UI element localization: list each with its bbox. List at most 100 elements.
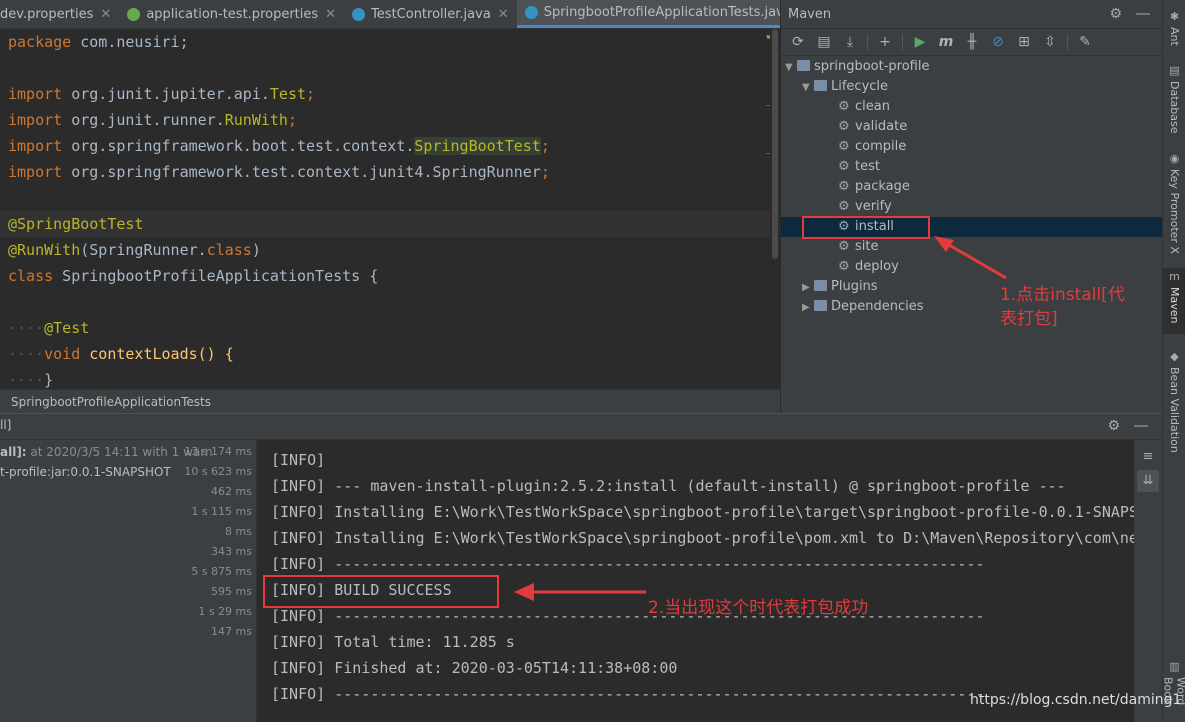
annotation-note-2: 2.当出现这个时代表打包成功 <box>648 598 869 618</box>
database-icon: ▤ <box>1169 64 1180 77</box>
scrollbar-thumb[interactable] <box>772 29 778 259</box>
gear-icon: ⚙ <box>838 179 850 194</box>
soft-wrap-icon[interactable]: ≡ <box>1137 446 1159 468</box>
stripe-tab-word-book[interactable]: ▥ Word Book <box>1162 658 1185 722</box>
java-class-icon <box>352 7 366 21</box>
console-toolbar: ≡ ⇊ <box>1134 440 1162 722</box>
tab-label: SpringbootProfileApplicationTests.java <box>543 5 792 20</box>
highlight-box-install <box>802 216 930 239</box>
tree-lifecycle[interactable]: ▼ Lifecycle <box>781 77 1162 97</box>
tab-label: application-test.properties <box>146 6 319 22</box>
tab-label: TestController.java <box>371 6 491 22</box>
maven-header: Maven ⚙ ― <box>781 0 1162 29</box>
code-line: ····void contextLoads() { <box>8 345 234 363</box>
gear-icon: ⚙ <box>838 139 850 154</box>
reload-icon[interactable]: ⟳ <box>789 34 807 50</box>
console-line: [INFO] ---------------------------------… <box>271 555 985 573</box>
stripe-tab-bean-validation[interactable]: ◆ Bean Validation <box>1163 348 1185 456</box>
toolbar-separator <box>1067 34 1068 50</box>
code-line: @RunWith(SpringRunner.class) <box>8 241 261 259</box>
maven-project-icon <box>797 60 810 71</box>
gear-icon: ⚙ <box>838 199 850 214</box>
maven-title: Maven <box>788 6 832 22</box>
watermark: https://blog.csdn.net/daming1 <box>970 692 1182 708</box>
ant-icon: ✱ <box>1169 10 1180 23</box>
run-tree: all]: at 2020/3/5 14:11 with 1 warn 13 s … <box>0 440 257 722</box>
run-tree-row[interactable]: 462 ms <box>0 482 257 502</box>
lifecycle-validate[interactable]: ⚙ validate <box>781 117 1162 137</box>
code-line: ····@Test <box>8 319 90 337</box>
expand-arrow-icon[interactable]: ▼ <box>785 58 797 78</box>
annotation-note-1: 1.点击install[代 表打包] <box>1000 285 1125 329</box>
annotation-arrow-2 <box>514 583 646 601</box>
skip-tests-icon[interactable]: ⊘ <box>989 34 1007 50</box>
lifecycle-compile[interactable]: ⚙ compile <box>781 137 1162 157</box>
run-tree-row[interactable]: 1 s 115 ms <box>0 502 257 522</box>
run-tree-row[interactable]: t-profile:jar:0.0.1-SNAPSHOT 10 s 623 ms <box>0 462 257 482</box>
folder-icon <box>814 280 827 291</box>
tab-test-controller[interactable]: TestController.java ✕ <box>344 0 517 28</box>
code-editor[interactable]: package com.neusiri; import org.junit.ju… <box>0 29 780 389</box>
console-line: [INFO] <box>271 451 335 469</box>
run-tree-row[interactable]: 5 s 875 ms <box>0 562 257 582</box>
run-tree-row[interactable]: all]: at 2020/3/5 14:11 with 1 warn 13 s … <box>0 442 257 462</box>
hide-icon[interactable]: ― <box>1134 418 1148 434</box>
stripe-tab-maven[interactable]: m Maven <box>1163 268 1185 334</box>
console-line: [INFO] Total time: 11.285 s <box>271 633 515 651</box>
lifecycle-clean[interactable]: ⚙ clean <box>781 97 1162 117</box>
tab-springboot-profile-application-tests[interactable]: SpringbootProfileApplicationTests.java ✕ <box>516 0 818 28</box>
expand-arrow-icon[interactable]: ▶ <box>802 278 814 298</box>
tree-project[interactable]: ▼ springboot-profile <box>781 57 1162 77</box>
add-icon[interactable]: + <box>876 34 894 50</box>
stripe-tab-key-promoter[interactable]: ◉ Key Promoter X <box>1163 150 1185 260</box>
editor-scrollbar[interactable] <box>770 29 780 389</box>
run-tree-row[interactable]: 8 ms <box>0 522 257 542</box>
run-tab-label[interactable]: ll] <box>0 418 11 432</box>
close-icon[interactable]: ✕ <box>100 7 111 22</box>
settings-icon[interactable]: ⚙ <box>1109 6 1122 22</box>
generate-sources-icon[interactable]: ▤ <box>815 34 833 50</box>
hide-icon[interactable]: ― <box>1136 6 1150 22</box>
close-icon[interactable]: ✕ <box>498 7 509 22</box>
execute-goal-icon[interactable]: m <box>937 34 955 50</box>
maven-icon: m <box>1169 270 1180 283</box>
stripe-tab-ant[interactable]: ✱ Ant <box>1163 8 1185 48</box>
code-line: import org.junit.jupiter.api.Test; <box>8 85 316 103</box>
run-icon[interactable]: ▶ <box>911 34 929 50</box>
code-line: class SpringbootProfileApplicationTests … <box>8 267 379 285</box>
gear-icon: ⚙ <box>838 159 850 174</box>
book-icon: ▥ <box>1169 660 1180 673</box>
toolbar-separator <box>867 34 868 50</box>
expand-arrow-icon[interactable]: ▼ <box>802 78 814 98</box>
stripe-tab-database[interactable]: ▤ Database <box>1163 62 1185 134</box>
toggle-offline-icon[interactable]: ╫ <box>963 34 981 50</box>
highlight-box-build-success <box>263 575 499 608</box>
run-tree-row[interactable]: 343 ms <box>0 542 257 562</box>
folder-icon <box>814 300 827 311</box>
code-line: @SpringBootTest <box>8 215 144 233</box>
run-tree-row[interactable]: 595 ms <box>0 582 257 602</box>
key-promoter-icon: ◉ <box>1169 152 1180 165</box>
run-tree-row[interactable]: 1 s 29 ms <box>0 602 257 622</box>
lifecycle-test[interactable]: ⚙ test <box>781 157 1162 177</box>
wrench-icon[interactable]: ✎ <box>1076 34 1094 50</box>
close-icon[interactable]: ✕ <box>325 7 336 22</box>
expand-arrow-icon[interactable]: ▶ <box>802 298 814 318</box>
tab-application-test-properties[interactable]: application-test.properties ✕ <box>119 0 344 28</box>
gear-icon: ⚙ <box>838 239 850 254</box>
editor-tab-bar: dev.properties ✕ application-test.proper… <box>0 0 843 29</box>
gear-icon: ⚙ <box>838 259 850 274</box>
run-tree-row[interactable]: 147 ms <box>0 622 257 642</box>
collapse-all-icon[interactable]: ⇳ <box>1041 34 1059 50</box>
show-dependencies-icon[interactable]: ⊞ <box>1015 34 1033 50</box>
scroll-to-end-icon[interactable]: ⇊ <box>1137 470 1159 492</box>
maven-panel: Maven ⚙ ― ⟳ ▤ ⤓ + ▶ m ╫ ⊘ ⊞ ⇳ ✎ ▼ springb… <box>780 0 1162 413</box>
code-line: import org.junit.runner.RunWith; <box>8 111 297 129</box>
lifecycle-verify[interactable]: ⚙ verify <box>781 197 1162 217</box>
breadcrumb[interactable]: SpringbootProfileApplicationTests <box>0 389 780 413</box>
code-line: import org.springframework.boot.test.con… <box>8 137 550 155</box>
lifecycle-package[interactable]: ⚙ package <box>781 177 1162 197</box>
download-icon[interactable]: ⤓ <box>841 34 859 50</box>
tab-dev-properties[interactable]: dev.properties ✕ <box>0 0 119 28</box>
settings-icon[interactable]: ⚙ <box>1107 418 1120 434</box>
